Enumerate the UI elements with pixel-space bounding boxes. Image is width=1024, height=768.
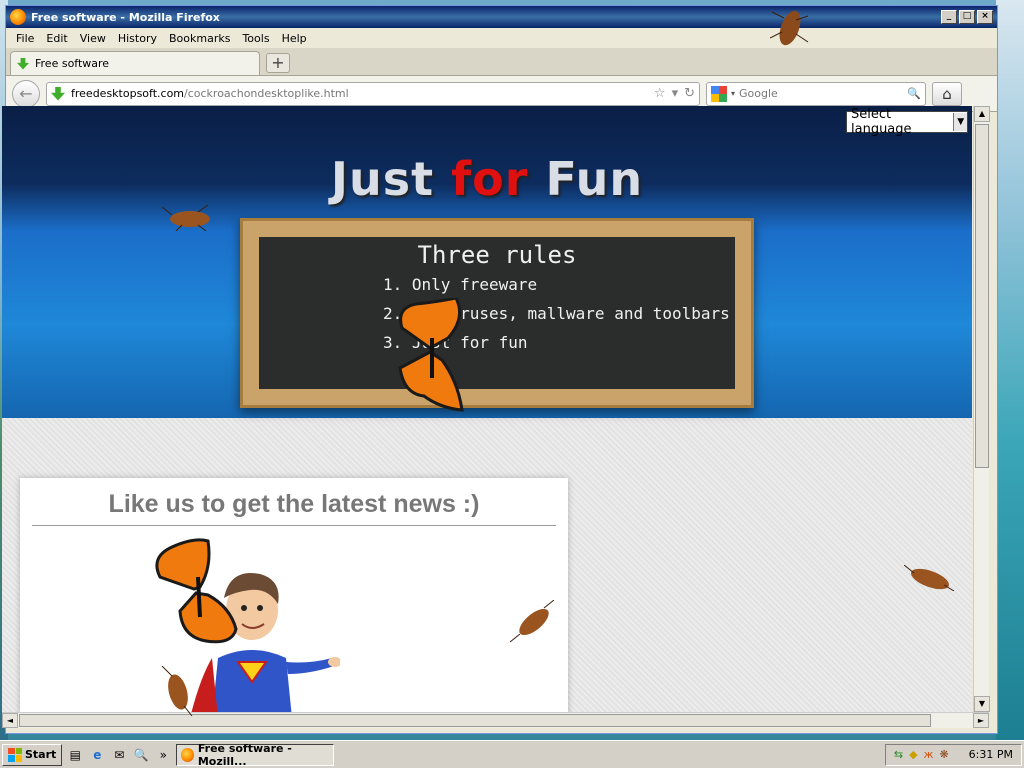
search-bar[interactable]: ▾ Google 🔍 xyxy=(706,81,926,106)
title-bar[interactable]: Free software - Mozilla Firefox _ □ × xyxy=(6,6,997,28)
search-engine-dropdown-icon[interactable]: ▾ xyxy=(731,89,735,98)
search-magnifier-icon[interactable]: 🔍 xyxy=(907,87,921,100)
cockroach-icon[interactable] xyxy=(770,2,810,52)
page-content: Just for Fun Select language ▼ Three rul… xyxy=(2,106,972,712)
site-favicon-icon xyxy=(51,86,65,101)
hero-title-accent: for xyxy=(451,152,529,206)
cockroach-icon[interactable] xyxy=(162,205,214,231)
internet-explorer-icon[interactable]: e xyxy=(88,746,106,764)
home-button[interactable]: ⌂ xyxy=(932,81,962,106)
butterfly-icon[interactable] xyxy=(396,298,468,412)
butterfly-tray-icon[interactable]: ж xyxy=(924,748,934,761)
language-select-value: Select language xyxy=(851,107,912,137)
search-placeholder: Google xyxy=(739,87,778,100)
clock: 6:31 PM xyxy=(968,748,1013,761)
history-dropdown-icon[interactable]: ▾ xyxy=(672,86,679,101)
menu-file[interactable]: File xyxy=(10,32,40,45)
url-host: freedesktopsoft.com xyxy=(71,87,185,100)
google-icon[interactable] xyxy=(711,85,727,102)
url-text: freedesktopsoft.com/cockroachondesktopli… xyxy=(71,87,349,100)
scroll-down-button[interactable]: ▼ xyxy=(974,696,990,712)
show-desktop-icon[interactable]: ▤ xyxy=(66,746,84,764)
tab-label: Free software xyxy=(35,57,110,70)
menu-help[interactable]: Help xyxy=(276,32,313,45)
url-path: /cockroachondesktoplike.html xyxy=(184,87,349,100)
minimize-button[interactable]: _ xyxy=(941,10,957,24)
horizontal-scrollbar[interactable]: ◄ ► xyxy=(2,712,989,728)
tab-bar: Free software + xyxy=(6,48,997,76)
hero-title: Just for Fun xyxy=(2,152,972,206)
window-controls: _ □ × xyxy=(941,10,993,24)
back-button[interactable]: ← xyxy=(12,79,40,108)
bookmark-star-icon[interactable]: ☆ xyxy=(654,86,666,101)
like-us-title: Like us to get the latest news :) xyxy=(108,490,480,518)
board-title: Three rules xyxy=(417,241,577,269)
vertical-scroll-thumb[interactable] xyxy=(975,124,989,468)
scroll-up-button[interactable]: ▲ xyxy=(974,106,990,122)
butterfly-icon[interactable] xyxy=(150,537,240,647)
start-label: Start xyxy=(25,748,57,761)
firefox-icon xyxy=(181,747,194,762)
download-arrow-icon xyxy=(17,57,29,70)
maximize-button[interactable]: □ xyxy=(959,10,975,24)
url-bar[interactable]: freedesktopsoft.com/cockroachondesktopli… xyxy=(46,81,700,106)
windows-logo-icon xyxy=(8,747,22,762)
menu-bookmarks[interactable]: Bookmarks xyxy=(163,32,236,45)
cockroach-icon[interactable] xyxy=(508,600,560,644)
network-icon[interactable]: ⇆ xyxy=(894,748,903,761)
search-icon[interactable]: 🔍 xyxy=(132,746,150,764)
menu-bar: File Edit View History Bookmarks Tools H… xyxy=(6,28,997,48)
menu-view[interactable]: View xyxy=(74,32,112,45)
system-tray: ⇆ ◆ ж ❋ 6:31 PM xyxy=(884,743,1022,766)
start-button[interactable]: Start xyxy=(2,743,63,766)
outlook-express-icon[interactable]: ✉ xyxy=(110,746,128,764)
tab-free-software[interactable]: Free software xyxy=(10,51,260,75)
taskbar: Start ▤ e ✉ 🔍 » Free software - Mozill..… xyxy=(0,740,1024,768)
divider xyxy=(32,525,556,526)
cockroach-tray-icon[interactable]: ❋ xyxy=(939,748,948,761)
menu-history[interactable]: History xyxy=(112,32,163,45)
language-select[interactable]: Select language ▼ xyxy=(846,107,968,137)
menu-tools[interactable]: Tools xyxy=(236,32,275,45)
horizontal-scroll-thumb[interactable] xyxy=(19,714,931,727)
scroll-left-button[interactable]: ◄ xyxy=(2,713,18,728)
like-us-box: Like us to get the latest news :) xyxy=(20,478,568,712)
cockroach-icon[interactable] xyxy=(158,666,198,716)
quick-launch-more[interactable]: » xyxy=(154,746,172,764)
firefox-icon xyxy=(10,9,26,25)
reload-icon[interactable]: ↻ xyxy=(684,86,695,101)
hero-title-part1: Just xyxy=(330,152,452,206)
taskbar-task-firefox[interactable]: Free software - Mozill... xyxy=(176,741,335,768)
vertical-scrollbar[interactable]: ▲ ▼ xyxy=(973,106,990,712)
chalkboard-surface: Three rules 1. Only freeware 2. No virus… xyxy=(259,237,735,389)
new-tab-button[interactable]: + xyxy=(266,53,290,73)
chevron-down-icon[interactable]: ▼ xyxy=(953,113,967,131)
menu-edit[interactable]: Edit xyxy=(40,32,73,45)
cockroach-icon[interactable] xyxy=(904,565,956,591)
close-button[interactable]: × xyxy=(977,10,993,24)
tray-app-icon[interactable]: ◆ xyxy=(909,748,917,761)
hero-title-part2: Fun xyxy=(528,152,644,206)
desktop-background-right xyxy=(996,0,1024,740)
scroll-right-button[interactable]: ► xyxy=(973,713,989,728)
task-label: Free software - Mozill... xyxy=(197,741,292,768)
chalkboard: Three rules 1. Only freeware 2. No virus… xyxy=(240,218,754,408)
hero-banner: Just for Fun Select language ▼ Three rul… xyxy=(2,106,972,418)
